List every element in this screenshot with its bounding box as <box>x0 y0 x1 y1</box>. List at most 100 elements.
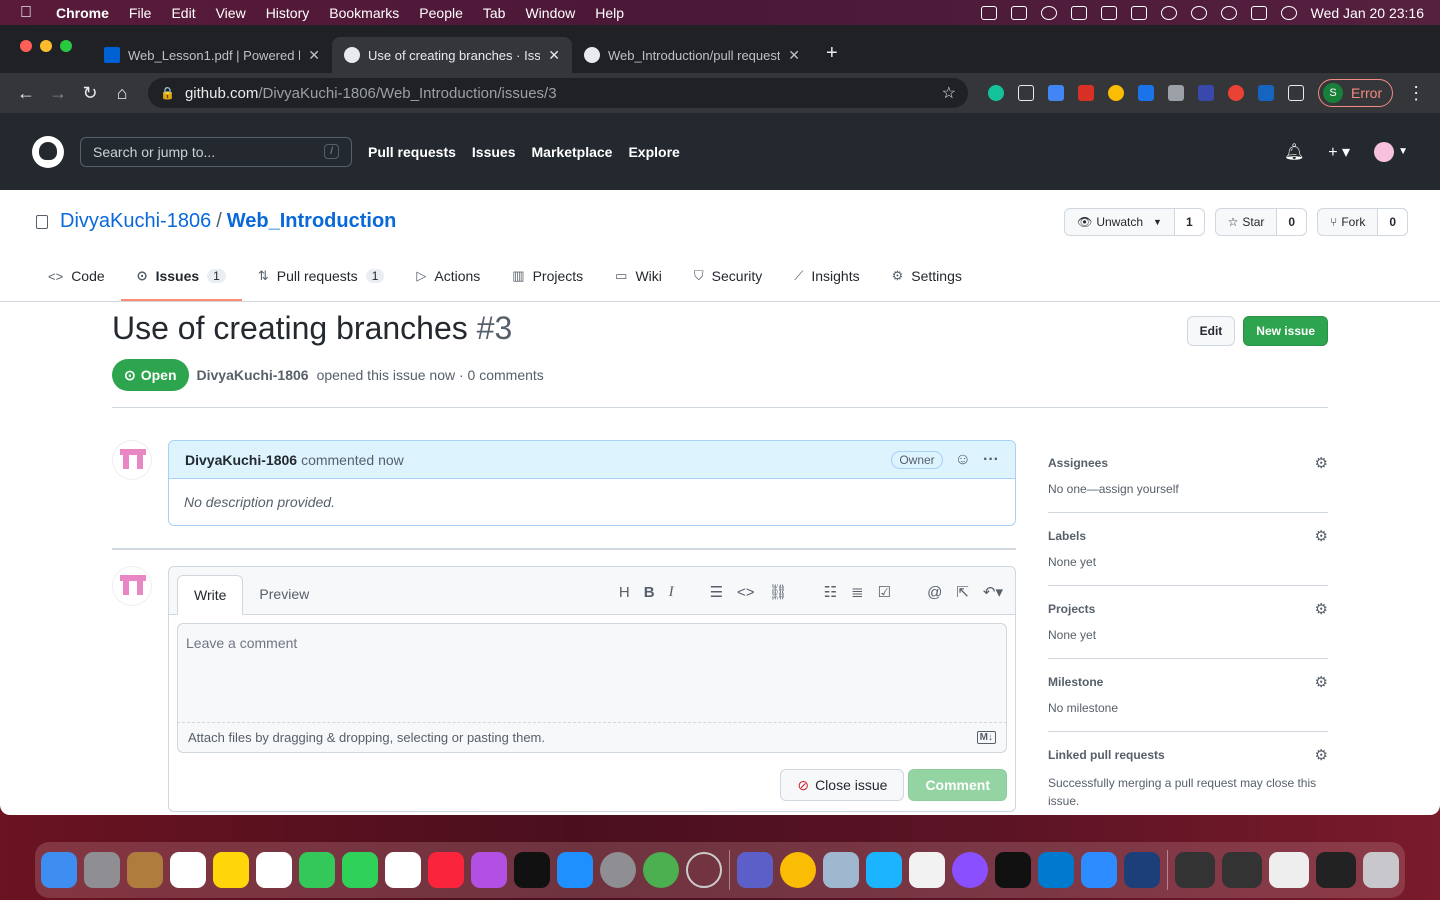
bell-icon[interactable]: 🔔︎ <box>1284 142 1304 162</box>
menu-history[interactable]: History <box>266 5 310 21</box>
watch-count[interactable]: 1 <box>1174 209 1204 235</box>
volume-icon[interactable] <box>1070 5 1087 20</box>
italic-icon[interactable]: I <box>669 584 674 601</box>
nav-pull-requests[interactable]: Pull requests <box>368 144 456 160</box>
mention-icon[interactable]: @ <box>927 584 942 601</box>
quicktime-icon[interactable] <box>1124 852 1160 888</box>
blue-extension-icon[interactable] <box>1198 85 1214 101</box>
numbered-list-icon[interactable]: ≣ <box>851 583 864 601</box>
stack-extension-icon[interactable] <box>1138 85 1154 101</box>
preview-icon[interactable] <box>823 852 859 888</box>
tab-write[interactable]: Write <box>177 575 244 615</box>
chrome-extension-icon[interactable] <box>1108 85 1124 101</box>
minimized-window-icon[interactable] <box>1316 852 1356 888</box>
siri-icon[interactable] <box>1280 5 1297 20</box>
sidebar-value[interactable]: No one—assign yourself <box>1048 482 1328 496</box>
zoom-icon[interactable] <box>1081 852 1117 888</box>
apple-icon[interactable]:  <box>20 4 38 22</box>
gear-icon[interactable]: ⚙ <box>1315 673 1328 691</box>
close-window-icon[interactable] <box>20 40 32 52</box>
tool-extension-icon[interactable] <box>1258 85 1274 101</box>
comment-button[interactable]: Comment <box>908 769 1007 801</box>
nav-explore[interactable]: Explore <box>628 144 679 160</box>
tab-issues[interactable]: ⊙ Issues 1 <box>120 253 242 301</box>
user-menu[interactable]: ▼ <box>1374 141 1408 162</box>
avatar[interactable] <box>112 440 152 480</box>
spotlight-icon[interactable] <box>1220 5 1237 20</box>
news-icon[interactable] <box>385 852 421 888</box>
apple-tv-icon[interactable] <box>514 852 550 888</box>
gear-icon[interactable]: ⚙ <box>1315 454 1328 472</box>
sidebar-heading[interactable]: Milestone <box>1048 675 1328 689</box>
chrome-icon[interactable] <box>780 852 816 888</box>
issue-author-link[interactable]: DivyaKuchi-1806 <box>197 367 309 383</box>
reminders-icon[interactable] <box>256 852 292 888</box>
tab-pull-requests[interactable]: ⇅ Pull requests 1 <box>242 253 401 301</box>
camera-icon[interactable] <box>1010 5 1027 20</box>
zoom-window-icon[interactable] <box>60 40 72 52</box>
repo-owner-link[interactable]: DivyaKuchi-1806 <box>60 210 211 233</box>
saved-replies-icon[interactable]: ↶▾ <box>983 583 1003 601</box>
star-button[interactable]: ☆ Star 0 <box>1214 208 1308 236</box>
menu-window[interactable]: Window <box>525 5 575 21</box>
fork-count[interactable]: 0 <box>1378 209 1407 235</box>
attach-files-area[interactable]: Attach files by dragging & dropping, sel… <box>177 723 1007 753</box>
menu-tab[interactable]: Tab <box>483 5 506 21</box>
sidebar-heading[interactable]: Linked pull requests <box>1048 748 1328 762</box>
gear-icon[interactable]: ⚙ <box>1315 527 1328 545</box>
minimize-window-icon[interactable] <box>40 40 52 52</box>
menu-people[interactable]: People <box>419 5 463 21</box>
link-icon[interactable]: ⛓ <box>769 583 788 601</box>
bluetooth-icon[interactable] <box>1100 5 1117 20</box>
facetime-icon[interactable] <box>342 852 378 888</box>
gear-icon[interactable]: ⚙ <box>1315 746 1328 764</box>
vscode-icon[interactable] <box>1038 852 1074 888</box>
close-tab-icon[interactable]: ✕ <box>548 47 560 64</box>
more-options-icon[interactable]: ··· <box>983 451 999 469</box>
wifi-icon[interactable] <box>1160 5 1177 20</box>
music-icon[interactable] <box>428 852 464 888</box>
menu-app-name[interactable]: Chrome <box>56 5 109 21</box>
bold-icon[interactable]: B <box>644 584 655 601</box>
smiley-icon[interactable]: ☺ <box>955 451 971 469</box>
menu-help[interactable]: Help <box>595 5 624 21</box>
comment-time[interactable]: commented now <box>301 452 404 468</box>
notes-icon[interactable] <box>213 852 249 888</box>
create-new-icon[interactable]: + ▾ <box>1328 142 1350 162</box>
calendar-icon[interactable] <box>170 852 206 888</box>
github-search-input[interactable]: Search or jump to... / <box>80 136 352 167</box>
quote-icon[interactable]: ☰ <box>710 583 723 601</box>
heading-icon[interactable]: H <box>619 584 630 601</box>
url-bar[interactable]: 🔒 github.com /DivyaKuchi-1806/Web_Introd… <box>148 78 968 108</box>
lock-icon[interactable]: 🔒 <box>160 86 175 100</box>
reload-icon[interactable]: ↻ <box>74 83 106 104</box>
cross-reference-icon[interactable]: ⇱ <box>956 583 969 601</box>
avatar[interactable] <box>112 566 152 606</box>
watch-button[interactable]: 👁︎ Unwatch ▼ 1 <box>1064 208 1205 236</box>
menu-file[interactable]: File <box>129 5 152 21</box>
time-machine-icon[interactable] <box>1190 5 1207 20</box>
red-extension-icon[interactable] <box>1078 85 1094 101</box>
system-preferences-icon[interactable] <box>600 852 636 888</box>
minimized-window-icon[interactable] <box>1175 852 1215 888</box>
fork-button[interactable]: ⑂ Fork 0 <box>1317 208 1408 236</box>
webstorm-icon[interactable] <box>866 852 902 888</box>
window-extension-icon[interactable] <box>1018 85 1034 101</box>
forward-icon[interactable]: → <box>42 83 74 104</box>
browser-tab-pdf[interactable]: Web_Lesson1.pdf | Powered by ✕ <box>92 37 332 73</box>
teams-icon[interactable] <box>737 852 773 888</box>
contacts-icon[interactable] <box>127 852 163 888</box>
messages-icon[interactable] <box>299 852 335 888</box>
comment-textarea[interactable]: Leave a comment <box>177 623 1007 723</box>
home-icon[interactable]: ⌂ <box>106 83 138 104</box>
menu-bookmarks[interactable]: Bookmarks <box>329 5 399 21</box>
close-issue-button[interactable]: ⊘ Close issue <box>780 769 905 801</box>
font-extension-icon[interactable] <box>1168 85 1184 101</box>
play-icon[interactable] <box>1040 5 1057 20</box>
comment-author[interactable]: DivyaKuchi-1806 <box>185 452 297 468</box>
tab-wiki[interactable]: ▭ Wiki <box>599 253 678 301</box>
menubar-clock[interactable]: Wed Jan 20 23:16 <box>1311 5 1424 21</box>
menu-edit[interactable]: Edit <box>171 5 195 21</box>
repo-name-link[interactable]: Web_Introduction <box>227 210 397 233</box>
tab-settings[interactable]: ⚙ Settings <box>876 253 978 301</box>
